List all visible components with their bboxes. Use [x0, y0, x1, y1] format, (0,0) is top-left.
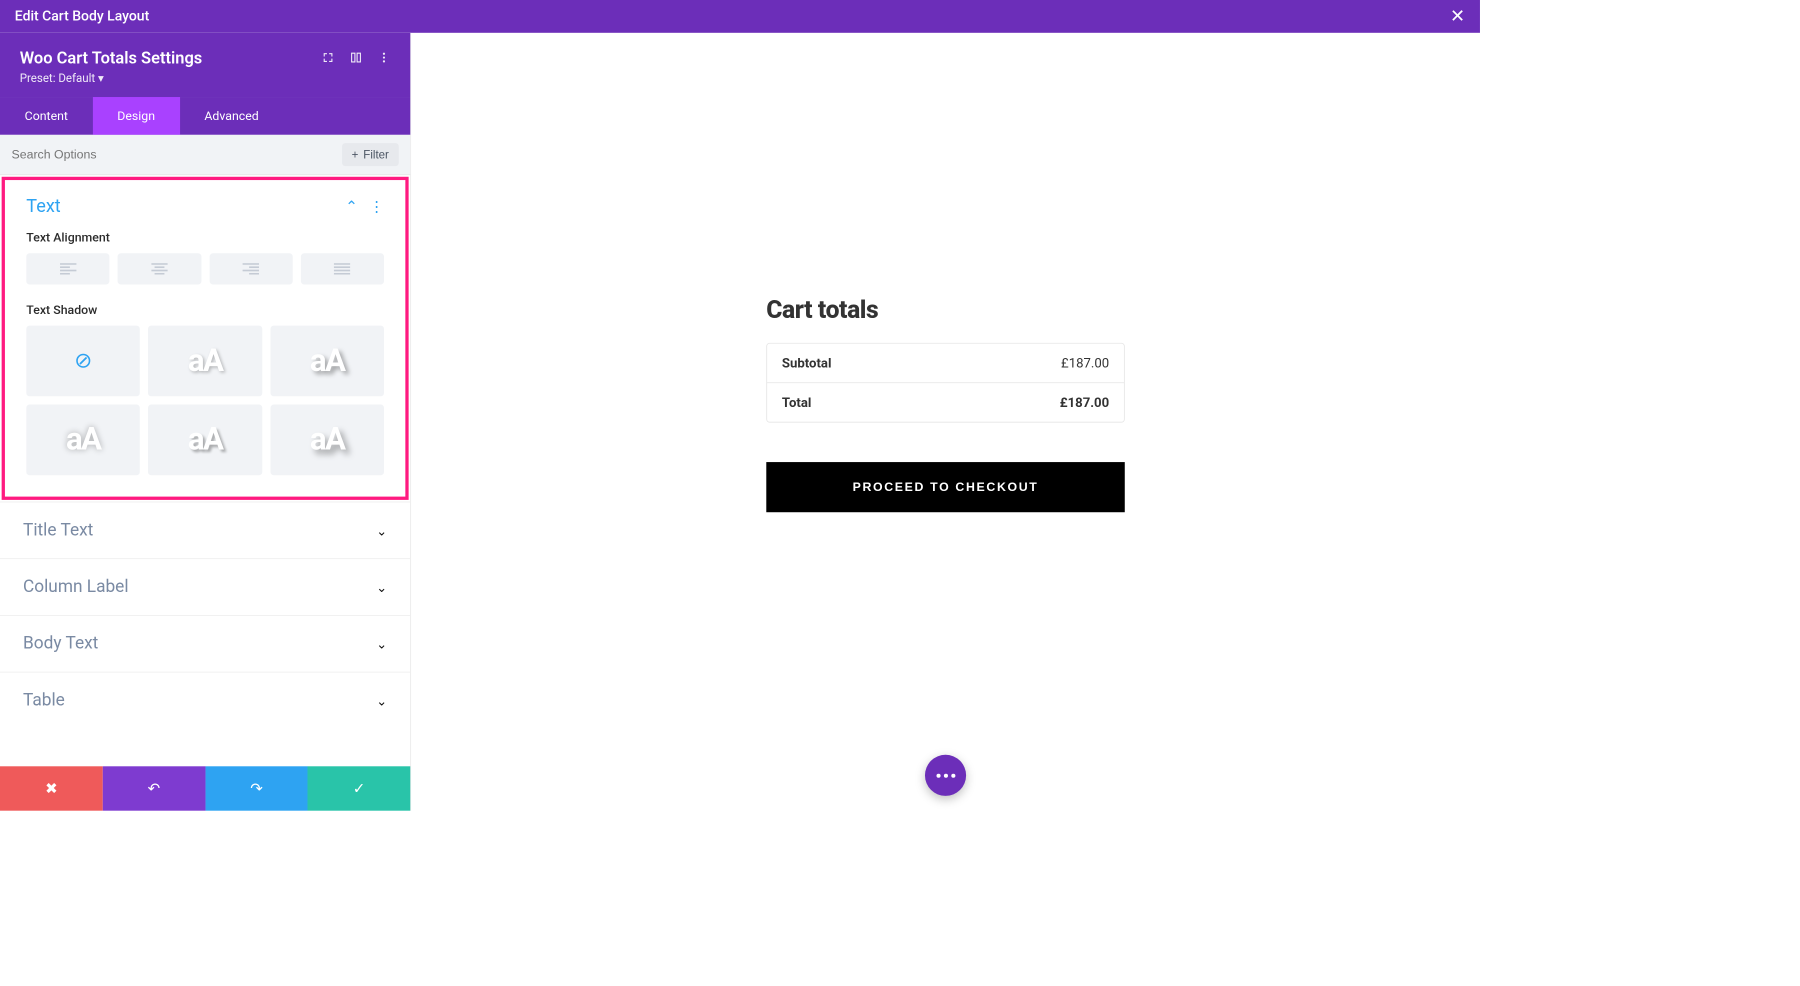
align-right-button[interactable] [209, 253, 292, 284]
columns-icon[interactable] [349, 51, 362, 64]
preview-area: Cart totals Subtotal £187.00 Total £187.… [411, 33, 1480, 811]
check-icon: ✓ [353, 780, 365, 797]
section-title-text[interactable]: Title Text ⌄ [0, 502, 410, 559]
cart-totals-heading: Cart totals [766, 296, 1124, 325]
action-bar: ✖ ↶ ↷ ✓ [0, 766, 410, 810]
close-icon: ✖ [45, 780, 57, 797]
chevron-down-icon: ⌄ [376, 523, 387, 539]
sidebar-header: Woo Cart Totals Settings Preset: Default… [0, 33, 410, 97]
section-column-label[interactable]: Column Label ⌄ [0, 558, 410, 615]
undo-button[interactable]: ↶ [103, 766, 206, 810]
undo-icon: ↶ [148, 780, 160, 797]
chevron-down-icon: ⌄ [376, 579, 387, 595]
cart-totals-table: Subtotal £187.00 Total £187.00 [766, 343, 1124, 423]
align-center-button[interactable] [118, 253, 201, 284]
filter-button[interactable]: +Filter [342, 143, 399, 166]
redo-button[interactable]: ↷ [205, 766, 308, 810]
caret-down-icon: ▾ [98, 72, 104, 85]
align-justify-button[interactable] [301, 253, 384, 284]
redo-icon: ↷ [250, 780, 262, 797]
save-button[interactable]: ✓ [308, 766, 411, 810]
section-more-icon[interactable]: ⋮ [369, 198, 384, 215]
table-row: Total £187.00 [767, 382, 1124, 421]
chevron-up-icon[interactable]: ⌃ [345, 198, 357, 215]
tabs: Content Design Advanced [0, 97, 410, 135]
table-row: Subtotal £187.00 [767, 344, 1124, 383]
discard-button[interactable]: ✖ [0, 766, 103, 810]
shadow-preset-2[interactable]: aA [270, 326, 384, 397]
section-text-label: Text [26, 197, 60, 218]
sidebar: Woo Cart Totals Settings Preset: Default… [0, 33, 411, 811]
subtotal-value: £187.00 [1061, 355, 1109, 371]
no-shadow-icon: ⊘ [74, 349, 92, 374]
text-alignment-label: Text Alignment [5, 224, 405, 254]
settings-title: Woo Cart Totals Settings [20, 48, 203, 68]
search-input[interactable] [12, 148, 342, 162]
text-shadow-label: Text Shadow [5, 296, 405, 326]
text-section-highlight: Text ⌃ ⋮ Text Alignment Text Shadow ⊘ [2, 177, 409, 500]
section-text-head[interactable]: Text ⌃ ⋮ [5, 180, 405, 224]
cart-totals-module: Cart totals Subtotal £187.00 Total £187.… [766, 296, 1124, 512]
tab-content[interactable]: Content [0, 97, 93, 135]
shadow-none-tile[interactable]: ⊘ [26, 326, 140, 397]
top-bar: Edit Cart Body Layout ✕ [0, 0, 1480, 33]
shadow-preset-1[interactable]: aA [148, 326, 262, 397]
chevron-down-icon: ⌄ [376, 693, 387, 709]
section-body-text[interactable]: Body Text ⌄ [0, 615, 410, 672]
plus-icon: + [352, 148, 359, 161]
dots-icon [936, 773, 955, 777]
total-label: Total [782, 395, 1060, 411]
shadow-preset-4[interactable]: aA [148, 405, 262, 476]
chevron-down-icon: ⌄ [376, 636, 387, 652]
expand-icon[interactable] [321, 51, 334, 64]
shadow-preset-3[interactable]: aA [26, 405, 140, 476]
fab-more-button[interactable] [925, 755, 966, 796]
proceed-to-checkout-button[interactable]: PROCEED TO CHECKOUT [766, 462, 1124, 512]
more-icon[interactable] [377, 51, 390, 64]
shadow-preset-5[interactable]: aA [270, 405, 384, 476]
tab-design[interactable]: Design [93, 97, 180, 135]
search-row: +Filter [0, 135, 410, 175]
tab-advanced[interactable]: Advanced [180, 97, 284, 135]
align-left-button[interactable] [26, 253, 109, 284]
subtotal-label: Subtotal [782, 355, 1061, 371]
preset-dropdown[interactable]: Preset: Default ▾ [20, 72, 391, 85]
section-table[interactable]: Table ⌄ [0, 672, 410, 729]
close-icon[interactable]: ✕ [1450, 6, 1465, 27]
total-value: £187.00 [1060, 395, 1109, 411]
top-bar-title: Edit Cart Body Layout [15, 8, 149, 24]
